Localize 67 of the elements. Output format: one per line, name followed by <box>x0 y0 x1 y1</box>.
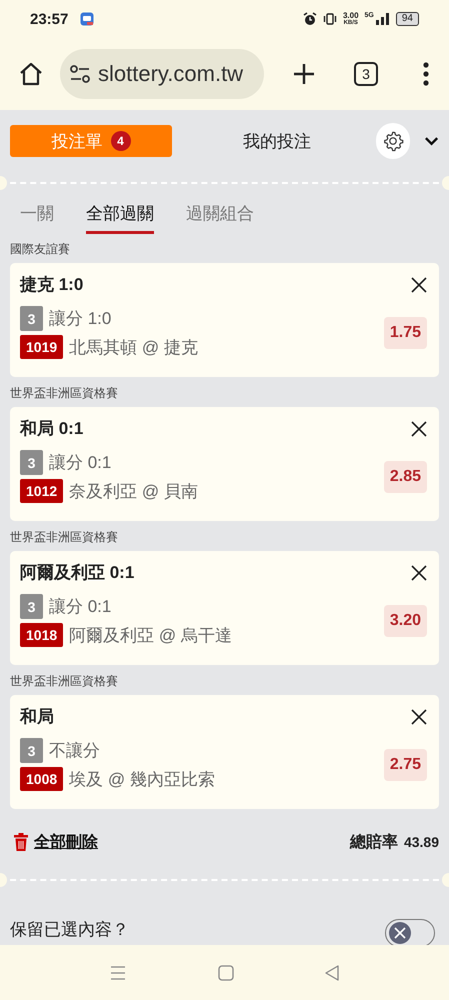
trash-icon <box>14 833 28 851</box>
tab-count[interactable]: 3 <box>354 62 378 86</box>
match-number: 1012 <box>20 479 64 503</box>
delete-all-link[interactable]: 全部刪除 <box>14 832 98 852</box>
market-name: 讓分 1:0 <box>49 308 112 330</box>
recent-apps-icon[interactable] <box>110 966 126 980</box>
url-text: slottery.com.tw <box>98 61 244 87</box>
tab-label: 我的投注 <box>243 130 312 152</box>
market-name: 不讓分 <box>49 740 100 762</box>
close-icon[interactable] <box>411 564 427 580</box>
odds-value[interactable]: 2.75 <box>384 748 427 780</box>
match-teams: 埃及 @ 幾內亞比索 <box>69 768 215 790</box>
count-badge: 4 <box>110 131 130 151</box>
league-name: 世界盃非洲區資格賽 <box>9 385 119 402</box>
league-name: 世界盃非洲區資格賽 <box>9 673 119 690</box>
bet-number: 3 <box>20 738 43 763</box>
total-odds-value: 43.89 <box>404 834 439 850</box>
selection-pick: 阿爾及利亞 0:1 <box>20 562 134 584</box>
plus-icon[interactable] <box>292 62 316 86</box>
odds-value[interactable]: 2.85 <box>384 460 427 492</box>
match-teams: 阿爾及利亞 @ 烏干達 <box>69 624 232 646</box>
status-time: 23:57 <box>30 10 68 28</box>
close-icon[interactable] <box>411 276 427 292</box>
home-icon[interactable] <box>18 61 44 87</box>
match-number: 1008 <box>20 767 64 791</box>
bet-type-tab[interactable]: 一關 <box>20 198 54 234</box>
league-name: 世界盃非洲區資格賽 <box>9 529 119 546</box>
match-number: 1019 <box>20 335 64 359</box>
settings-button[interactable] <box>376 123 410 159</box>
selection-pick: 和局 0:1 <box>20 418 84 440</box>
market-name: 讓分 0:1 <box>49 596 112 618</box>
signal-icon <box>376 13 390 25</box>
match-teams: 奈及利亞 @ 貝南 <box>69 480 198 502</box>
odds-value[interactable]: 3.20 <box>384 604 427 636</box>
bet-number: 3 <box>20 594 43 619</box>
chevron-down-icon[interactable] <box>424 136 440 146</box>
betslip-tab[interactable]: 投注單 4 <box>10 125 172 157</box>
app-icon <box>80 12 94 26</box>
selection-pick: 和局 <box>20 706 54 728</box>
bet-number: 3 <box>20 450 43 475</box>
back-icon[interactable] <box>325 964 339 980</box>
alarm-icon <box>302 12 317 26</box>
selection-pick: 捷克 1:0 <box>20 274 84 296</box>
bet-type-tab[interactable]: 全部過關 <box>86 198 154 234</box>
keep-selection-label: 保留已選內容？ <box>10 918 129 940</box>
toggle-switch[interactable] <box>385 919 435 945</box>
bet-number: 3 <box>20 306 43 331</box>
battery-level: 94 <box>396 12 419 26</box>
match-teams: 北馬其頓 @ 捷克 <box>69 336 198 358</box>
address-bar[interactable]: slottery.com.tw <box>60 49 264 99</box>
network-speed: 3.00 <box>342 12 359 20</box>
market-name: 讓分 0:1 <box>49 452 112 474</box>
home-button-icon[interactable] <box>218 964 234 980</box>
odds-value[interactable]: 1.75 <box>384 316 427 348</box>
match-number: 1018 <box>20 623 64 647</box>
tab-label: 投注單 <box>52 130 102 152</box>
league-name: 國際友誼賽 <box>9 241 71 258</box>
menu-icon[interactable] <box>422 62 430 86</box>
betslip-tab[interactable]: 我的投注 <box>196 125 358 157</box>
vibrate-icon <box>322 12 337 26</box>
gear-icon <box>382 130 404 152</box>
site-settings-icon[interactable] <box>70 65 90 83</box>
close-icon[interactable] <box>411 420 427 436</box>
cross-icon <box>393 926 407 940</box>
close-icon[interactable] <box>411 708 427 724</box>
bet-type-tab[interactable]: 過關組合 <box>186 198 254 234</box>
total-odds-label: 總賠率 <box>350 832 398 852</box>
